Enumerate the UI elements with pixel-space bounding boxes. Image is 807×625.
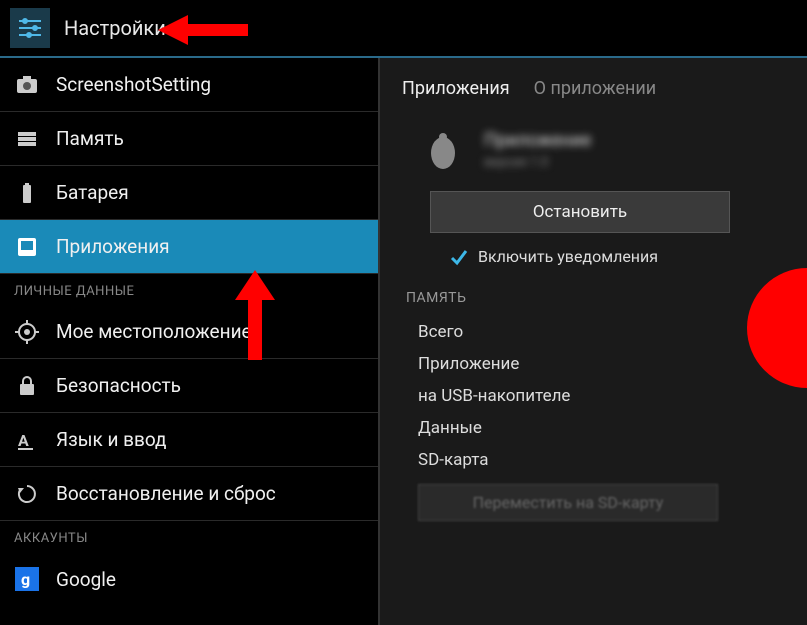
memory-row-data: Данные xyxy=(402,412,785,444)
sidebar-item-label: Батарея xyxy=(56,181,129,204)
apps-icon xyxy=(14,234,40,260)
memory-row-app: Приложение xyxy=(402,348,785,380)
app-name: Приложение xyxy=(484,130,591,151)
sidebar-item-location[interactable]: Мое местоположение xyxy=(0,305,378,359)
battery-icon xyxy=(14,180,40,206)
notifications-checkbox-row[interactable]: Включить уведомления xyxy=(450,247,785,266)
settings-icon xyxy=(10,8,50,48)
notifications-label: Включить уведомления xyxy=(478,247,658,266)
sidebar-item-label: Мое местоположение xyxy=(56,320,252,343)
sidebar-section-personal: ЛИЧНЫЕ ДАННЫЕ xyxy=(0,274,378,305)
sidebar: ScreenshotSetting Память Батарея Приложе… xyxy=(0,58,380,625)
location-icon xyxy=(14,319,40,345)
app-header: Приложение версия 1.0 xyxy=(420,127,785,173)
stop-button[interactable]: Остановить xyxy=(430,191,730,233)
language-icon: A xyxy=(14,427,40,453)
lock-icon xyxy=(14,373,40,399)
header-title: Настройки xyxy=(64,16,166,40)
sidebar-item-battery[interactable]: Батарея xyxy=(0,166,378,220)
camera-icon xyxy=(14,72,40,98)
sidebar-item-label: Безопасность xyxy=(56,374,181,397)
sidebar-item-security[interactable]: Безопасность xyxy=(0,359,378,413)
sidebar-item-reset[interactable]: Восстановление и сброс xyxy=(0,467,378,521)
sidebar-section-accounts: АККАУНТЫ xyxy=(0,521,378,552)
sidebar-item-memory[interactable]: Память xyxy=(0,112,378,166)
storage-icon xyxy=(14,126,40,152)
detail-tabs: Приложения О приложении xyxy=(402,78,785,107)
app-version: версия 1.0 xyxy=(484,155,591,170)
sidebar-item-screenshot[interactable]: ScreenshotSetting xyxy=(0,58,378,112)
sidebar-item-label: Приложения xyxy=(56,235,170,258)
svg-text:A: A xyxy=(18,431,29,450)
sidebar-item-google[interactable]: g Google xyxy=(0,552,378,606)
sidebar-item-label: ScreenshotSetting xyxy=(56,73,211,96)
tab-about[interactable]: О приложении xyxy=(534,78,657,107)
sidebar-item-label: Google xyxy=(56,568,116,591)
detail-pane: Приложения О приложении Приложение верси… xyxy=(380,58,807,625)
reset-icon xyxy=(14,481,40,507)
move-to-sd-button[interactable]: Переместить на SD-карту xyxy=(418,484,718,521)
google-icon: g xyxy=(14,566,40,592)
checkbox-checked-icon xyxy=(450,248,468,266)
header: Настройки xyxy=(0,0,807,58)
memory-row-total: Всего xyxy=(402,316,785,348)
sidebar-item-apps[interactable]: Приложения xyxy=(0,220,378,274)
memory-row-usb: на USB-накопителе xyxy=(402,380,785,412)
sidebar-item-label: Восстановление и сброс xyxy=(56,482,276,505)
tab-apps[interactable]: Приложения xyxy=(402,78,510,107)
svg-text:g: g xyxy=(21,570,30,589)
memory-row-sd: SD-карта xyxy=(402,444,785,476)
app-icon xyxy=(420,127,466,173)
sidebar-item-label: Память xyxy=(56,127,124,150)
sidebar-item-label: Язык и ввод xyxy=(56,428,167,451)
sidebar-item-language[interactable]: A Язык и ввод xyxy=(0,413,378,467)
memory-section-label: ПАМЯТЬ xyxy=(406,290,785,306)
